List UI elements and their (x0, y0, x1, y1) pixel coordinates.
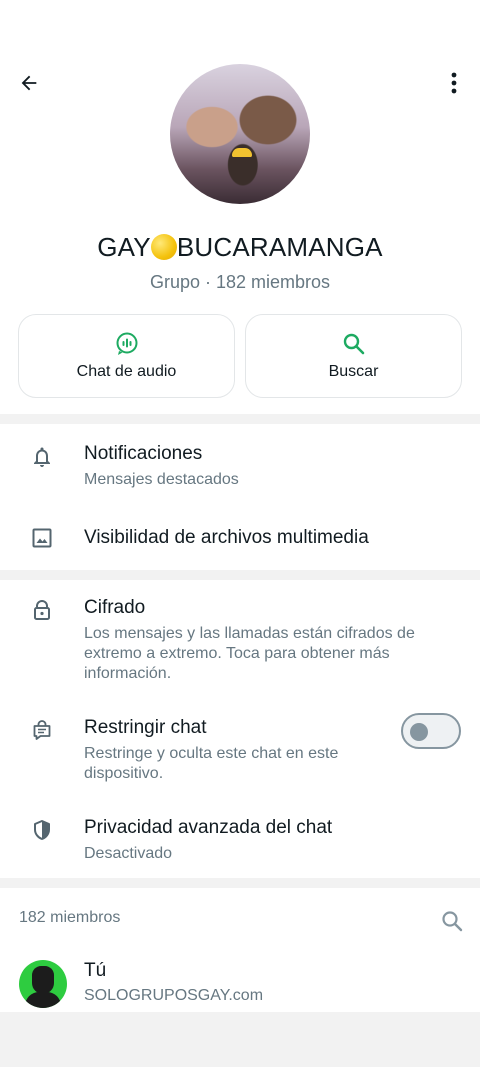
media-visibility-row[interactable]: Visibilidad de archivos multimedia (0, 514, 480, 562)
advanced-privacy-row[interactable]: Privacidad avanzada del chat Desactivado (0, 814, 480, 866)
member-name: Tú (84, 960, 107, 981)
media-visibility-title: Visibilidad de archivos multimedia (84, 527, 369, 548)
back-button[interactable] (14, 68, 44, 98)
group-avatar[interactable] (170, 64, 310, 204)
restrict-chat-subtitle: Restringe y oculta este chat en este dis… (84, 745, 339, 782)
notifications-title: Notificaciones (84, 443, 203, 464)
yellow-circle-emoji-icon (150, 234, 177, 260)
member-status: SOLOGRUPOSGAY.com (84, 987, 264, 1004)
encryption-row[interactable]: Cifrado Los mensajes y las llamadas está… (0, 594, 480, 686)
image-icon (32, 528, 52, 548)
search-members-icon[interactable] (440, 909, 464, 933)
notifications-row[interactable]: Notificaciones Mensajes destacados (0, 436, 480, 498)
members-count: 182 miembros (19, 909, 121, 926)
audio-chat-button[interactable]: Chat de audio (18, 314, 235, 398)
group-name-part1: GAY (97, 232, 151, 262)
group-info-screen: GAY BUCARAMANGA Grupo · 182 miembros Chat… (0, 0, 480, 1067)
encryption-title: Cifrado (84, 597, 146, 618)
restrict-chat-toggle[interactable] (401, 713, 461, 749)
audio-chat-label: Chat de audio (76, 363, 177, 380)
group-name: GAY BUCARAMANGA (0, 232, 480, 263)
shield-icon (34, 820, 50, 840)
bell-icon (34, 447, 50, 467)
arrow-back-icon (21, 75, 37, 91)
group-name-part2: BUCARAMANGA (176, 232, 383, 262)
group-subtitle: Grupo · 182 miembros (149, 272, 331, 292)
locked-chat-icon (33, 720, 51, 740)
search-label: Buscar (328, 363, 379, 380)
search-icon (343, 333, 364, 355)
audio-chat-icon (116, 332, 137, 355)
lock-icon (34, 600, 50, 620)
avatar (19, 960, 67, 1008)
more-options-button[interactable] (440, 68, 468, 98)
group-header: GAY BUCARAMANGA Grupo · 182 miembros Chat… (0, 0, 480, 414)
search-button[interactable]: Buscar (245, 314, 462, 398)
encryption-subtitle: Los mensajes y las llamadas están cifrad… (84, 625, 415, 682)
restrict-chat-title: Restringir chat (84, 717, 207, 738)
notifications-subtitle: Mensajes destacados (84, 471, 239, 488)
toggle-knob (410, 723, 428, 741)
advanced-privacy-subtitle: Desactivado (84, 845, 173, 862)
more-vert-icon (451, 72, 457, 94)
advanced-privacy-title: Privacidad avanzada del chat (84, 817, 333, 838)
